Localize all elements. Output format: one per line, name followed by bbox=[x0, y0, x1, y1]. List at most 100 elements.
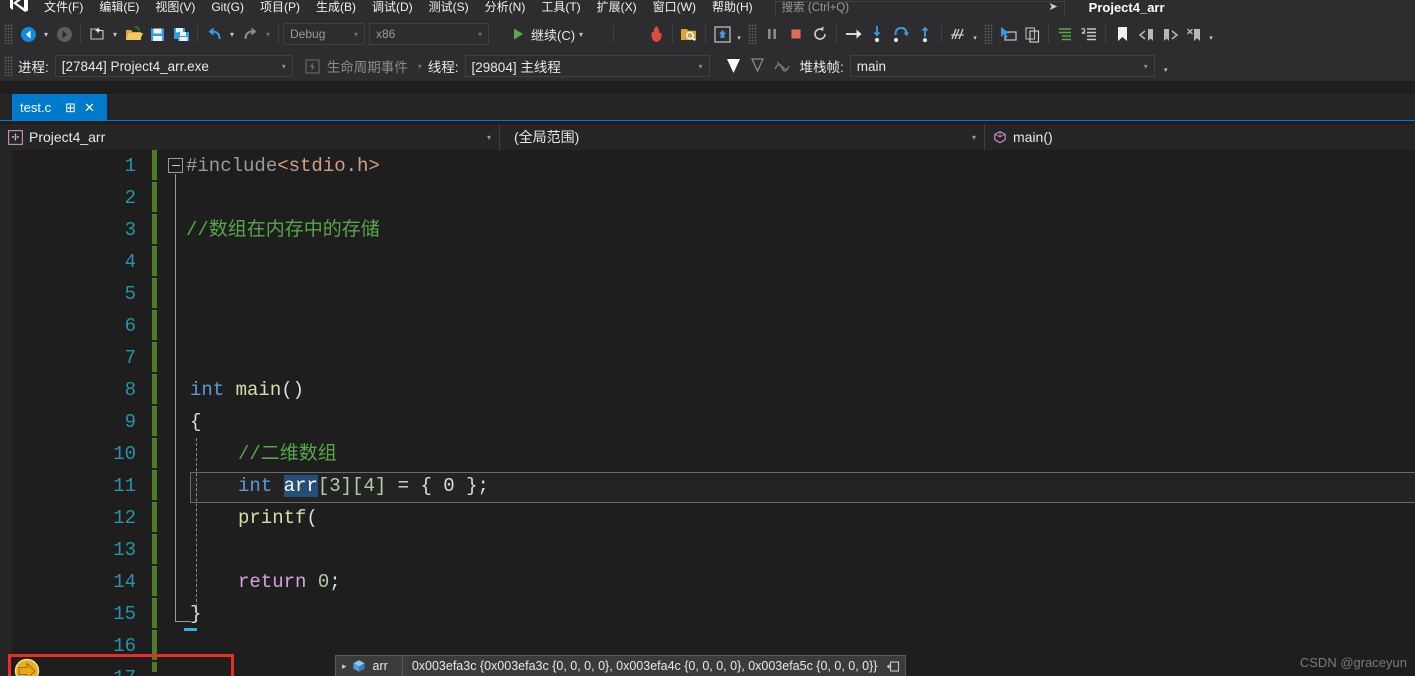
code-line-15: } bbox=[190, 603, 202, 625]
show-threads-in-source-icon[interactable] bbox=[770, 54, 794, 78]
toolbar-overflow-icon[interactable]: ▾ bbox=[1206, 35, 1216, 42]
menu-item-build[interactable]: 生成(B) bbox=[308, 1, 364, 16]
stack-frame-select[interactable]: main ▾ bbox=[849, 55, 1155, 77]
line-number: 4 bbox=[124, 251, 136, 273]
clear-bookmarks-icon[interactable] bbox=[1182, 22, 1206, 46]
select-element-icon[interactable] bbox=[996, 22, 1020, 46]
menu-item-file[interactable]: 文件(F) bbox=[36, 1, 91, 16]
project-select[interactable]: Project4_arr ▾ bbox=[0, 124, 500, 150]
toolbar-separator bbox=[672, 25, 674, 43]
debug-location-toolbar: 进程: [27844] Project4_arr.exe ▾ 生命周期事件 ▾ … bbox=[0, 51, 1415, 81]
intellicode-icon[interactable] bbox=[946, 22, 970, 46]
menu-item-analyze[interactable]: 分析(N) bbox=[477, 1, 534, 16]
process-select[interactable]: [27844] Project4_arr.exe ▾ bbox=[54, 55, 293, 77]
menu-item-help[interactable]: 帮助(H) bbox=[704, 1, 761, 16]
process-label: 进程: bbox=[18, 60, 49, 75]
thread-select[interactable]: [29804] 主线程 ▾ bbox=[464, 55, 710, 77]
navigate-backward-icon[interactable] bbox=[16, 22, 40, 46]
undo-icon[interactable] bbox=[202, 22, 226, 46]
pin-datatip-icon[interactable] bbox=[885, 660, 905, 673]
live-visual-tree-icon[interactable] bbox=[710, 22, 734, 46]
variable-icon bbox=[352, 659, 373, 673]
navigate-forward-icon[interactable] bbox=[52, 22, 76, 46]
chevron-down-icon: ▾ bbox=[698, 61, 703, 71]
solution-configuration-select[interactable]: Debug ▾ bbox=[283, 23, 365, 45]
code-line-14: return 0; bbox=[238, 571, 341, 593]
undo-dropdown-icon[interactable]: ▾ bbox=[226, 30, 238, 39]
line-number: 9 bbox=[124, 411, 136, 433]
watermark-text: CSDN @graceyun bbox=[1299, 655, 1407, 670]
menu-item-project[interactable]: 项目(P) bbox=[252, 1, 308, 16]
close-tab-icon[interactable]: ✕ bbox=[80, 101, 99, 114]
menu-item-debug[interactable]: 调试(D) bbox=[364, 1, 421, 16]
tab-test-c[interactable]: test.c ⊞ ✕ bbox=[12, 94, 107, 120]
menu-item-git[interactable]: Git(G) bbox=[203, 1, 252, 16]
selected-identifier[interactable]: arr bbox=[283, 475, 318, 497]
lifecycle-events-dropdown-icon[interactable]: ▾ bbox=[414, 62, 426, 71]
menu-item-view[interactable]: 视图(V) bbox=[147, 1, 203, 16]
line-number: 2 bbox=[124, 187, 136, 209]
navigate-backward-dropdown-icon[interactable]: ▾ bbox=[40, 30, 52, 39]
toolbar-grip-handle[interactable] bbox=[748, 24, 758, 44]
chevron-down-icon: ▾ bbox=[486, 132, 491, 142]
toggle-bookmark-icon[interactable] bbox=[1110, 22, 1134, 46]
breakpoint-margin[interactable] bbox=[12, 150, 42, 676]
debugger-data-tip[interactable]: ▸ arr 0x003efa3c {0x003efa3c {0, 0, 0, 0… bbox=[335, 655, 907, 676]
search-submit-icon[interactable]: ➤ bbox=[1048, 0, 1063, 13]
uncomment-lines-icon[interactable] bbox=[1077, 22, 1101, 46]
menu-item-tools[interactable]: 工具(T) bbox=[533, 1, 588, 16]
line-number: 13 bbox=[113, 539, 136, 561]
continue-button[interactable]: 继续(C) bbox=[511, 25, 575, 44]
copy-icon[interactable] bbox=[1020, 22, 1044, 46]
expand-datatip-icon[interactable]: ▸ bbox=[336, 661, 352, 672]
chevron-down-icon: ▾ bbox=[353, 29, 358, 39]
solution-platform-value: x86 bbox=[376, 27, 396, 41]
stop-debugging-icon[interactable] bbox=[784, 22, 808, 46]
pin-tab-icon[interactable]: ⊞ bbox=[61, 101, 80, 114]
toolbar-grip-handle[interactable] bbox=[4, 24, 13, 44]
solution-platform-select[interactable]: x86 ▾ bbox=[369, 23, 489, 45]
code-line-12: printf( bbox=[238, 507, 318, 529]
redo-icon[interactable] bbox=[238, 22, 262, 46]
window-title: Project4_arr bbox=[1088, 0, 1165, 15]
code-editor[interactable]: 1 2 3 4 5 6 7 8 9 10 11 12 13 14 15 16 1… bbox=[0, 150, 1415, 676]
step-out-icon[interactable] bbox=[913, 22, 937, 46]
toolbar-overflow-icon[interactable]: ▾ bbox=[970, 35, 980, 42]
hot-reload-icon[interactable] bbox=[644, 22, 668, 46]
search-in-files-icon[interactable] bbox=[677, 22, 701, 46]
line-number: 7 bbox=[124, 347, 136, 369]
chevron-down-icon: ▾ bbox=[971, 132, 976, 142]
member-select[interactable]: main() bbox=[985, 124, 1415, 150]
restart-icon[interactable] bbox=[808, 22, 832, 46]
save-all-icon[interactable] bbox=[169, 22, 193, 46]
line-number: 3 bbox=[124, 219, 136, 241]
next-bookmark-icon[interactable] bbox=[1158, 22, 1182, 46]
unflag-thread-icon[interactable] bbox=[746, 54, 770, 78]
break-all-icon[interactable] bbox=[760, 22, 784, 46]
flag-thread-icon[interactable] bbox=[722, 54, 746, 78]
save-icon[interactable] bbox=[145, 22, 169, 46]
previous-bookmark-icon[interactable] bbox=[1134, 22, 1158, 46]
comment-lines-icon[interactable] bbox=[1053, 22, 1077, 46]
new-project-dropdown-icon[interactable]: ▾ bbox=[109, 30, 121, 39]
step-into-icon[interactable] bbox=[865, 22, 889, 46]
scope-select[interactable]: (全局范围) ▾ bbox=[500, 124, 985, 150]
open-file-icon[interactable] bbox=[121, 22, 145, 46]
step-over-icon[interactable] bbox=[889, 22, 913, 46]
code-text-area[interactable]: #include<stdio.h> //数组在内存中的存储 int main()… bbox=[160, 150, 1415, 676]
show-next-statement-icon[interactable] bbox=[841, 22, 865, 46]
toolbar-grip-handle[interactable] bbox=[4, 56, 13, 76]
global-search-input[interactable]: 搜索 (Ctrl+Q) ➤ bbox=[774, 0, 1065, 17]
toolbar-separator bbox=[197, 25, 198, 43]
new-project-icon[interactable] bbox=[85, 22, 109, 46]
editor-outer-margin bbox=[0, 150, 12, 676]
menu-item-extensions[interactable]: 扩展(X) bbox=[589, 1, 645, 16]
menu-item-window[interactable]: 窗口(W) bbox=[645, 1, 704, 16]
toolbar-overflow-icon[interactable]: ▾ bbox=[734, 35, 744, 42]
toolbar-overflow-icon[interactable]: ▾ bbox=[1161, 67, 1171, 74]
continue-dropdown-icon[interactable]: ▾ bbox=[575, 30, 587, 39]
menu-item-edit[interactable]: 编辑(E) bbox=[91, 1, 147, 16]
menu-item-test[interactable]: 测试(S) bbox=[421, 1, 477, 16]
redo-dropdown-icon[interactable]: ▾ bbox=[262, 30, 274, 39]
toolbar-grip-handle[interactable] bbox=[984, 24, 994, 44]
